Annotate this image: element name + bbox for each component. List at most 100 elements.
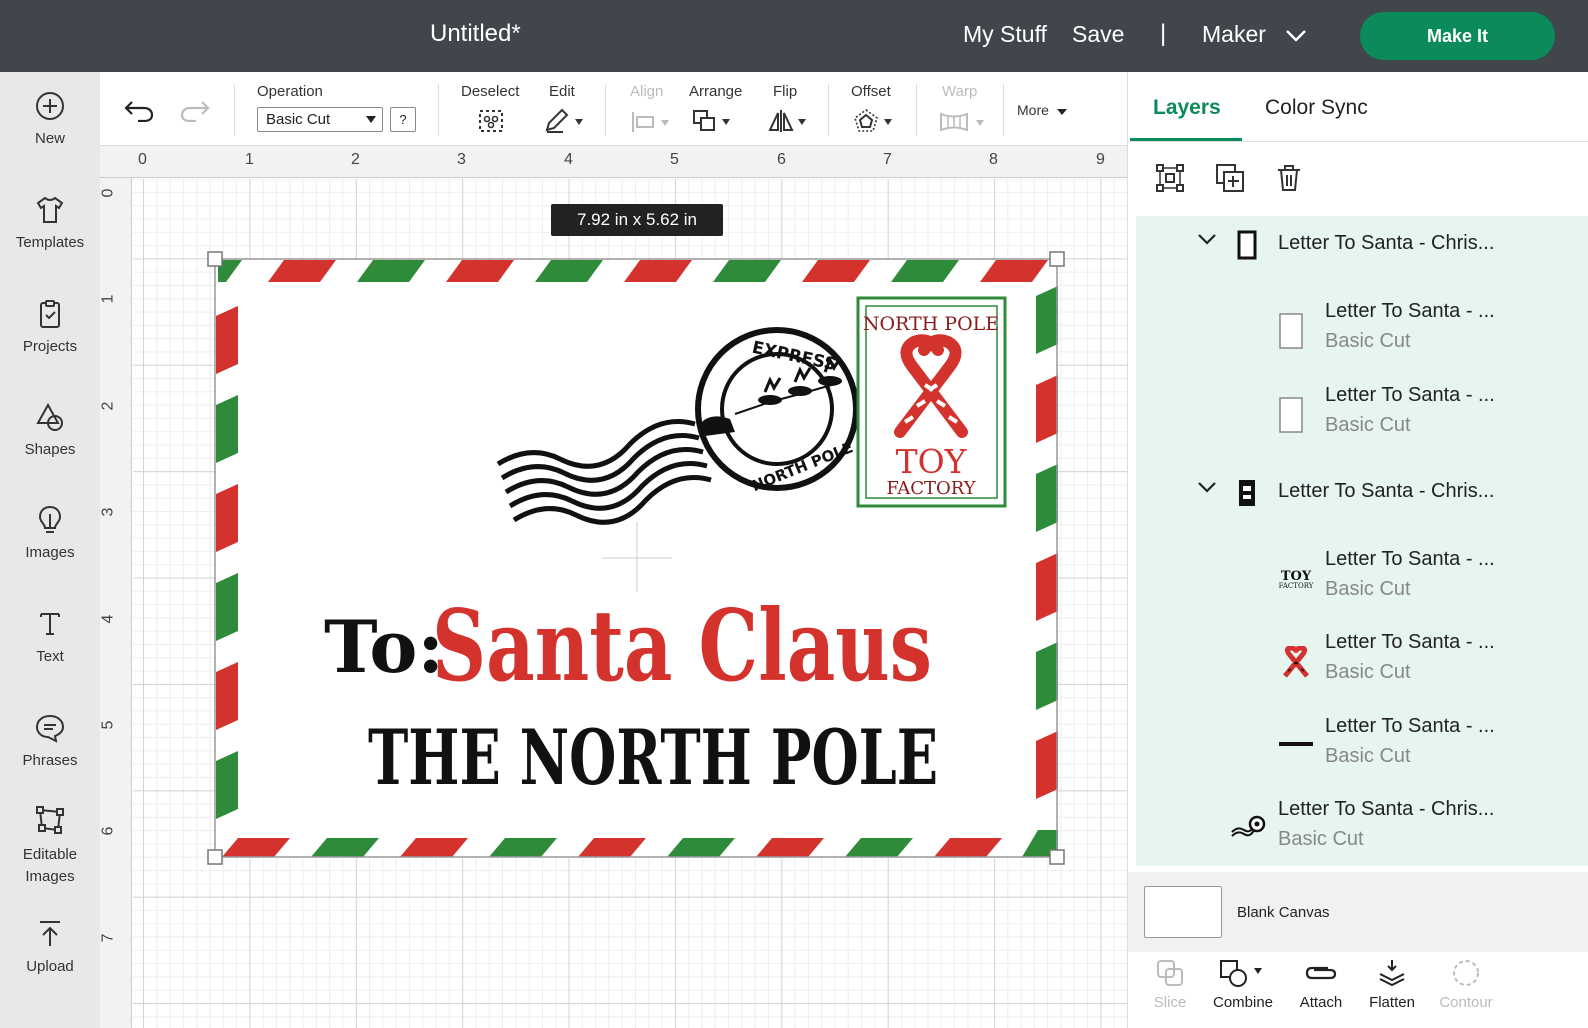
sidebar-item-templates[interactable]: Templates bbox=[0, 194, 100, 251]
ruler-tick-label: 4 bbox=[100, 614, 117, 624]
more-menu[interactable]: More bbox=[1017, 102, 1049, 118]
resize-handle[interactable] bbox=[207, 251, 223, 267]
undo-icon[interactable] bbox=[124, 98, 154, 122]
group-icon[interactable] bbox=[1154, 162, 1186, 194]
paperclip-icon bbox=[1305, 966, 1337, 980]
layer-item[interactable]: TOY FACTORY Letter To Santa - ... Basic C… bbox=[1136, 538, 1588, 618]
contour-button[interactable]: Contour bbox=[1434, 958, 1498, 1011]
combine-icon bbox=[1220, 960, 1262, 987]
layer-group[interactable]: Letter To Santa - Chris... bbox=[1136, 216, 1588, 276]
sidebar-item-phrases[interactable]: Phrases bbox=[0, 712, 100, 769]
dropdown-arrow-icon bbox=[366, 116, 376, 123]
lightbulb-icon bbox=[38, 505, 62, 533]
sidebar-item-label: Upload bbox=[26, 958, 74, 975]
layer-item[interactable]: Letter To Santa - ... Basic Cut bbox=[1136, 705, 1588, 785]
attach-button[interactable]: Attach bbox=[1294, 958, 1348, 1011]
resize-handle[interactable] bbox=[207, 849, 223, 865]
resize-handle[interactable] bbox=[1049, 251, 1065, 267]
ruler-tick-label: 3 bbox=[100, 507, 117, 517]
toolbar-divider bbox=[605, 84, 606, 136]
sidebar-item-label: New bbox=[34, 130, 65, 147]
ruler-tick-label: 9 bbox=[1096, 151, 1105, 168]
flip-icon[interactable] bbox=[768, 108, 810, 134]
chevron-down-icon[interactable] bbox=[1286, 30, 1306, 42]
operation-label: Operation bbox=[257, 83, 323, 100]
layer-operation: Basic Cut bbox=[1325, 578, 1411, 600]
machine-selector[interactable]: Maker bbox=[1202, 21, 1266, 48]
rectangle-layer-icon bbox=[1237, 230, 1257, 260]
duplicate-icon[interactable] bbox=[1214, 162, 1246, 194]
rectangle-layer-icon bbox=[1279, 313, 1303, 349]
resize-handle[interactable] bbox=[1049, 849, 1065, 865]
sidebar-item-upload[interactable]: Upload bbox=[0, 918, 100, 975]
sidebar-item-projects[interactable]: Projects bbox=[0, 298, 100, 355]
sidebar-item-editable-images[interactable]: Editable Images bbox=[0, 804, 100, 888]
flatten-icon bbox=[1379, 960, 1405, 987]
warp-label: Warp bbox=[942, 83, 978, 100]
combine-button[interactable]: Combine bbox=[1208, 958, 1278, 1011]
attach-label: Attach bbox=[1299, 994, 1343, 1011]
arrange-label: Arrange bbox=[689, 83, 743, 100]
my-stuff-link[interactable]: My Stuff bbox=[963, 21, 1047, 48]
ruler-tick-label: 6 bbox=[100, 826, 117, 836]
trash-icon[interactable] bbox=[1273, 162, 1305, 194]
ruler-tick-label: 0 bbox=[138, 151, 147, 168]
deselect-label: Deselect bbox=[461, 83, 520, 100]
slice-label: Slice bbox=[1153, 994, 1187, 1011]
layer-name: Letter To Santa - Chris... bbox=[1278, 232, 1495, 254]
operation-value: Basic Cut bbox=[266, 111, 331, 128]
flip-label: Flip bbox=[773, 83, 798, 100]
north-pole-text-icon bbox=[1279, 742, 1313, 746]
save-button[interactable]: Save bbox=[1072, 21, 1124, 48]
ruler-tick-label: 6 bbox=[777, 151, 786, 168]
slice-button[interactable]: Slice bbox=[1150, 958, 1190, 1011]
pencil-icon[interactable] bbox=[543, 108, 585, 134]
operation-select[interactable]: Basic Cut bbox=[257, 107, 383, 132]
ruler-tick-label: 7 bbox=[100, 933, 117, 943]
offset-icon[interactable] bbox=[852, 108, 896, 134]
layer-list: Letter To Santa - Chris... Letter To San… bbox=[1136, 216, 1588, 866]
layer-name: Letter To Santa - ... bbox=[1325, 631, 1495, 653]
tab-layers[interactable]: Layers bbox=[1153, 96, 1221, 120]
project-title[interactable]: Untitled* bbox=[430, 20, 521, 48]
blank-canvas-row[interactable]: Blank Canvas bbox=[1128, 872, 1588, 952]
candy-cane-layer-icon bbox=[1283, 646, 1309, 678]
toolbar-divider bbox=[1003, 84, 1004, 136]
make-it-button[interactable]: Make It bbox=[1360, 12, 1555, 60]
slice-icon bbox=[1157, 960, 1183, 986]
align-label: Align bbox=[630, 83, 664, 100]
deselect-icon[interactable] bbox=[477, 108, 505, 134]
redo-icon[interactable] bbox=[180, 98, 210, 122]
layer-item[interactable]: Letter To Santa - ... Basic Cut bbox=[1136, 374, 1588, 454]
selection-box[interactable] bbox=[206, 250, 1076, 874]
layer-name: Letter To Santa - ... bbox=[1325, 384, 1495, 406]
layer-item[interactable]: Letter To Santa - ... Basic Cut bbox=[1136, 290, 1588, 370]
chevron-down-icon[interactable] bbox=[1198, 234, 1216, 246]
ruler-tick-label: 5 bbox=[670, 151, 679, 168]
warp-icon[interactable] bbox=[938, 110, 988, 134]
chevron-down-icon[interactable] bbox=[1198, 482, 1216, 494]
layer-operation: Basic Cut bbox=[1325, 414, 1411, 436]
flatten-label: Flatten bbox=[1369, 994, 1415, 1011]
sidebar-item-label: Editable Images bbox=[22, 846, 78, 885]
design-canvas[interactable]: 0 1 2 3 4 5 6 7 8 9 0 1 2 3 4 5 6 7 7.92… bbox=[100, 146, 1127, 1028]
layer-item[interactable]: Letter To Santa - ... Basic Cut bbox=[1136, 621, 1588, 701]
arrange-icon[interactable] bbox=[691, 108, 735, 134]
sidebar-item-new[interactable]: New bbox=[0, 90, 100, 147]
sidebar-item-shapes[interactable]: Shapes bbox=[0, 401, 100, 458]
plus-circle-icon bbox=[36, 92, 64, 120]
canvas-swatch[interactable] bbox=[1144, 886, 1222, 938]
sidebar-item-text[interactable]: Text bbox=[0, 608, 100, 665]
operation-help-button[interactable]: ? bbox=[390, 107, 416, 132]
blank-canvas-label: Blank Canvas bbox=[1237, 904, 1330, 921]
tab-color-sync[interactable]: Color Sync bbox=[1265, 96, 1368, 120]
shapes-icon bbox=[36, 402, 63, 431]
ruler-tick-label: 8 bbox=[989, 151, 998, 168]
ruler-tick-label: 5 bbox=[100, 720, 117, 730]
sidebar-item-images[interactable]: Images bbox=[0, 504, 100, 561]
layer-group[interactable]: Letter To Santa - Chris... bbox=[1136, 464, 1588, 524]
align-icon[interactable] bbox=[630, 110, 672, 134]
flatten-button[interactable]: Flatten bbox=[1362, 958, 1422, 1011]
sidebar-item-label: Templates bbox=[15, 234, 85, 251]
layer-item[interactable]: Letter To Santa - Chris... Basic Cut bbox=[1136, 788, 1588, 866]
